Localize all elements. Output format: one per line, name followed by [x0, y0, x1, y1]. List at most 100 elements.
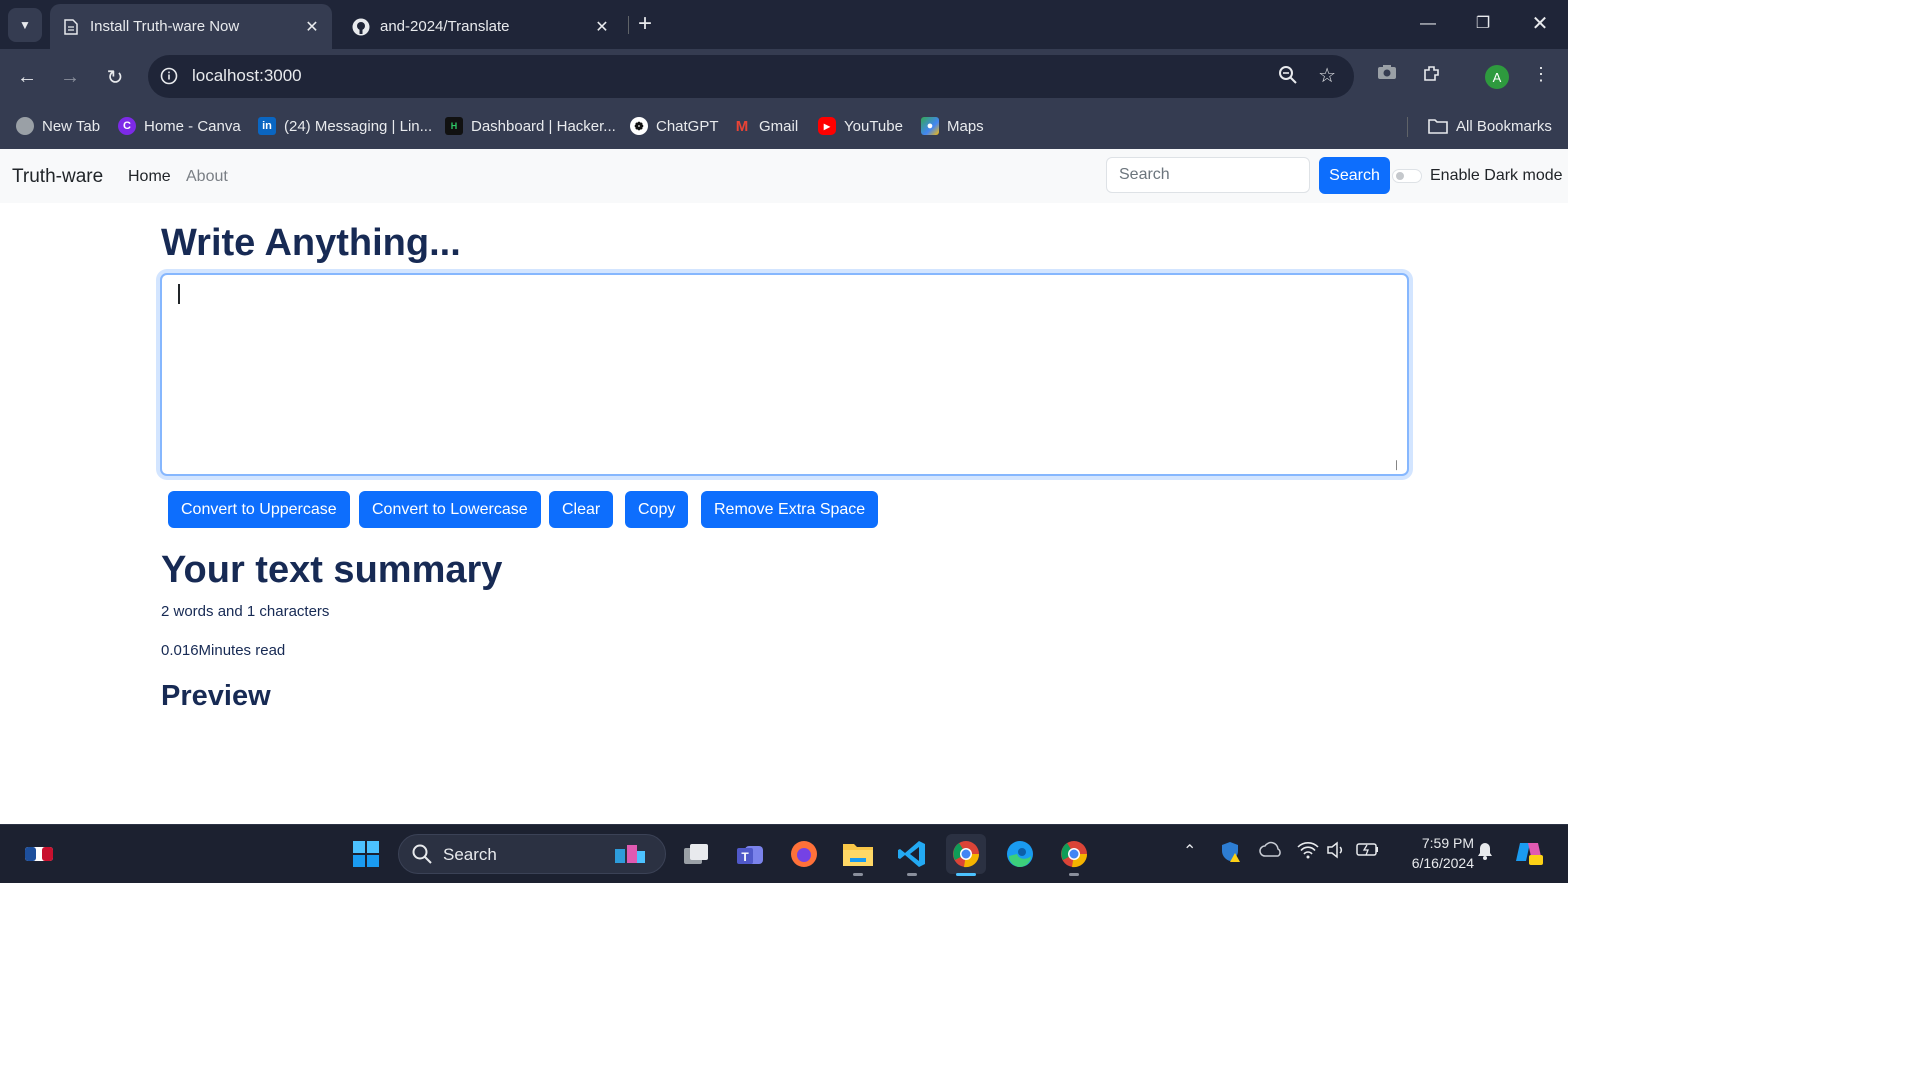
bookmark-youtube[interactable]: ▶ YouTube: [818, 113, 903, 139]
site-info-icon[interactable]: [158, 65, 180, 87]
new-tab-icon[interactable]: +: [638, 10, 652, 38]
file-explorer-icon[interactable]: [842, 838, 874, 870]
browser-tab[interactable]: and-2024/Translate ✕: [340, 4, 622, 49]
convert-lowercase-button[interactable]: Convert to Lowercase: [359, 491, 541, 528]
tab-title: Install Truth-ware Now: [90, 18, 240, 35]
chrome-icon[interactable]: [946, 834, 986, 874]
profile-avatar[interactable]: A: [1485, 65, 1509, 89]
bookmark-label: New Tab: [42, 117, 101, 135]
extensions-icon[interactable]: [1419, 64, 1445, 89]
tab-search-button[interactable]: ▼: [8, 8, 42, 42]
bookmark-chatgpt[interactable]: ❁ ChatGPT: [630, 113, 719, 139]
convert-uppercase-button[interactable]: Convert to Uppercase: [168, 491, 350, 528]
bookmark-gmail[interactable]: M Gmail: [733, 113, 798, 139]
page-icon: [62, 18, 80, 36]
dark-mode-toggle[interactable]: [1392, 169, 1422, 183]
restore-icon[interactable]: ❐: [1463, 8, 1503, 40]
text-cursor: [178, 284, 180, 304]
window-close-icon[interactable]: ✕: [1520, 8, 1560, 40]
zoom-icon[interactable]: [1278, 65, 1298, 90]
url-text: localhost:3000: [192, 66, 302, 85]
screenshot-icon[interactable]: [1374, 64, 1400, 85]
running-indicator: [853, 873, 863, 876]
task-view-icon[interactable]: [680, 838, 712, 870]
svg-text:T: T: [741, 850, 749, 864]
bookmark-label: (24) Messaging | Lin...: [284, 117, 433, 135]
taskbar-search[interactable]: Search: [398, 834, 666, 874]
bookmark-label: ChatGPT: [656, 117, 719, 135]
github-icon: [352, 18, 370, 36]
app-navbar: Truth-ware Home About Search Enable Dark…: [0, 149, 1568, 203]
browser-tab-bar: ▼ Install Truth-ware Now ✕ and-2024/Tran…: [0, 0, 1568, 49]
nav-link-home[interactable]: Home: [128, 168, 171, 186]
preview-heading: Preview: [161, 680, 271, 712]
forward-icon[interactable]: →: [56, 63, 84, 91]
search-input[interactable]: [1106, 157, 1310, 193]
tab-divider: [628, 16, 629, 34]
defender-warning-icon[interactable]: [1220, 841, 1242, 868]
onedrive-icon[interactable]: [1259, 841, 1283, 862]
bookmark-star-icon[interactable]: ☆: [1318, 63, 1336, 88]
copy-button[interactable]: Copy: [625, 491, 689, 528]
wifi-icon[interactable]: [1297, 841, 1319, 864]
firefox-icon[interactable]: [788, 838, 820, 870]
vscode-icon[interactable]: [896, 838, 928, 870]
running-indicator: [907, 873, 917, 876]
reload-icon[interactable]: ↻: [101, 63, 129, 91]
chevron-down-icon: ▼: [19, 18, 31, 32]
minimize-icon[interactable]: —: [1408, 8, 1448, 40]
battery-icon[interactable]: [1356, 841, 1380, 862]
menu-dots-icon[interactable]: ⋮: [1528, 64, 1554, 85]
dark-mode-label: Enable Dark mode: [1430, 167, 1563, 184]
taskbar-search-label: Search: [443, 845, 497, 864]
all-bookmarks-button[interactable]: All Bookmarks: [1428, 113, 1552, 139]
copilot-icon[interactable]: [1514, 837, 1544, 872]
bookmark-hackerrank[interactable]: H Dashboard | Hacker...: [445, 113, 616, 139]
widgets-icon[interactable]: [22, 838, 56, 870]
maps-icon: ●: [921, 117, 939, 135]
remove-extra-space-button[interactable]: Remove Extra Space: [701, 491, 879, 528]
resize-handle-icon[interactable]: ∣: [1394, 461, 1404, 471]
folder-icon: [1428, 117, 1448, 135]
bookmark-maps[interactable]: ● Maps: [921, 113, 984, 139]
bookmarks-bar: New Tab C Home - Canva in (24) Messaging…: [0, 105, 1568, 149]
teams-icon[interactable]: T: [734, 838, 766, 870]
linkedin-icon: in: [258, 117, 276, 135]
running-indicator: [1069, 873, 1079, 876]
globe-icon: [16, 117, 34, 135]
text-input-area[interactable]: ∣: [160, 273, 1409, 476]
search-button[interactable]: Search: [1319, 157, 1390, 194]
volume-icon[interactable]: [1326, 841, 1348, 864]
bookmark-linkedin[interactable]: in (24) Messaging | Lin...: [258, 113, 432, 139]
browser-tab-active[interactable]: Install Truth-ware Now ✕: [50, 4, 332, 49]
windows-start-icon[interactable]: [350, 838, 382, 870]
chrome-profile-icon[interactable]: [1058, 838, 1090, 870]
clear-button[interactable]: Clear: [549, 491, 614, 528]
system-clock[interactable]: 7:59 PM 6/16/2024: [1394, 833, 1474, 873]
nav-link-about[interactable]: About: [186, 168, 228, 186]
page-title: Write Anything...: [161, 222, 461, 264]
bookmarks-divider: [1407, 117, 1408, 137]
bookmark-new-tab[interactable]: New Tab: [16, 113, 100, 139]
address-bar[interactable]: localhost:3000 ☆: [148, 55, 1354, 98]
browser-toolbar: ← → ↻ localhost:3000 ☆ A ⋮: [0, 49, 1568, 105]
close-tab-icon[interactable]: ✕: [302, 17, 322, 37]
all-bookmarks-label: All Bookmarks: [1456, 117, 1552, 135]
bookmark-label: Gmail: [759, 117, 799, 135]
active-indicator: [956, 873, 976, 876]
notification-bell-icon[interactable]: [1476, 841, 1494, 866]
gmail-icon: M: [735, 117, 749, 135]
clock-time: 7:59 PM: [1421, 835, 1474, 851]
canva-icon: C: [118, 117, 136, 135]
read-time-text: 0.016Minutes read: [161, 642, 286, 659]
bookmark-canva[interactable]: C Home - Canva: [118, 113, 241, 139]
bookmark-label: Dashboard | Hacker...: [471, 117, 616, 135]
summary-heading: Your text summary: [161, 549, 503, 591]
tab-title: and-2024/Translate: [380, 18, 510, 35]
back-icon[interactable]: ←: [13, 63, 41, 91]
edge-icon[interactable]: [1004, 838, 1036, 870]
tray-overflow-icon[interactable]: ⌃: [1183, 841, 1196, 861]
brand-logo-text[interactable]: Truth-ware: [12, 166, 103, 188]
text-input[interactable]: [162, 275, 1407, 474]
close-tab-icon[interactable]: ✕: [592, 17, 612, 37]
